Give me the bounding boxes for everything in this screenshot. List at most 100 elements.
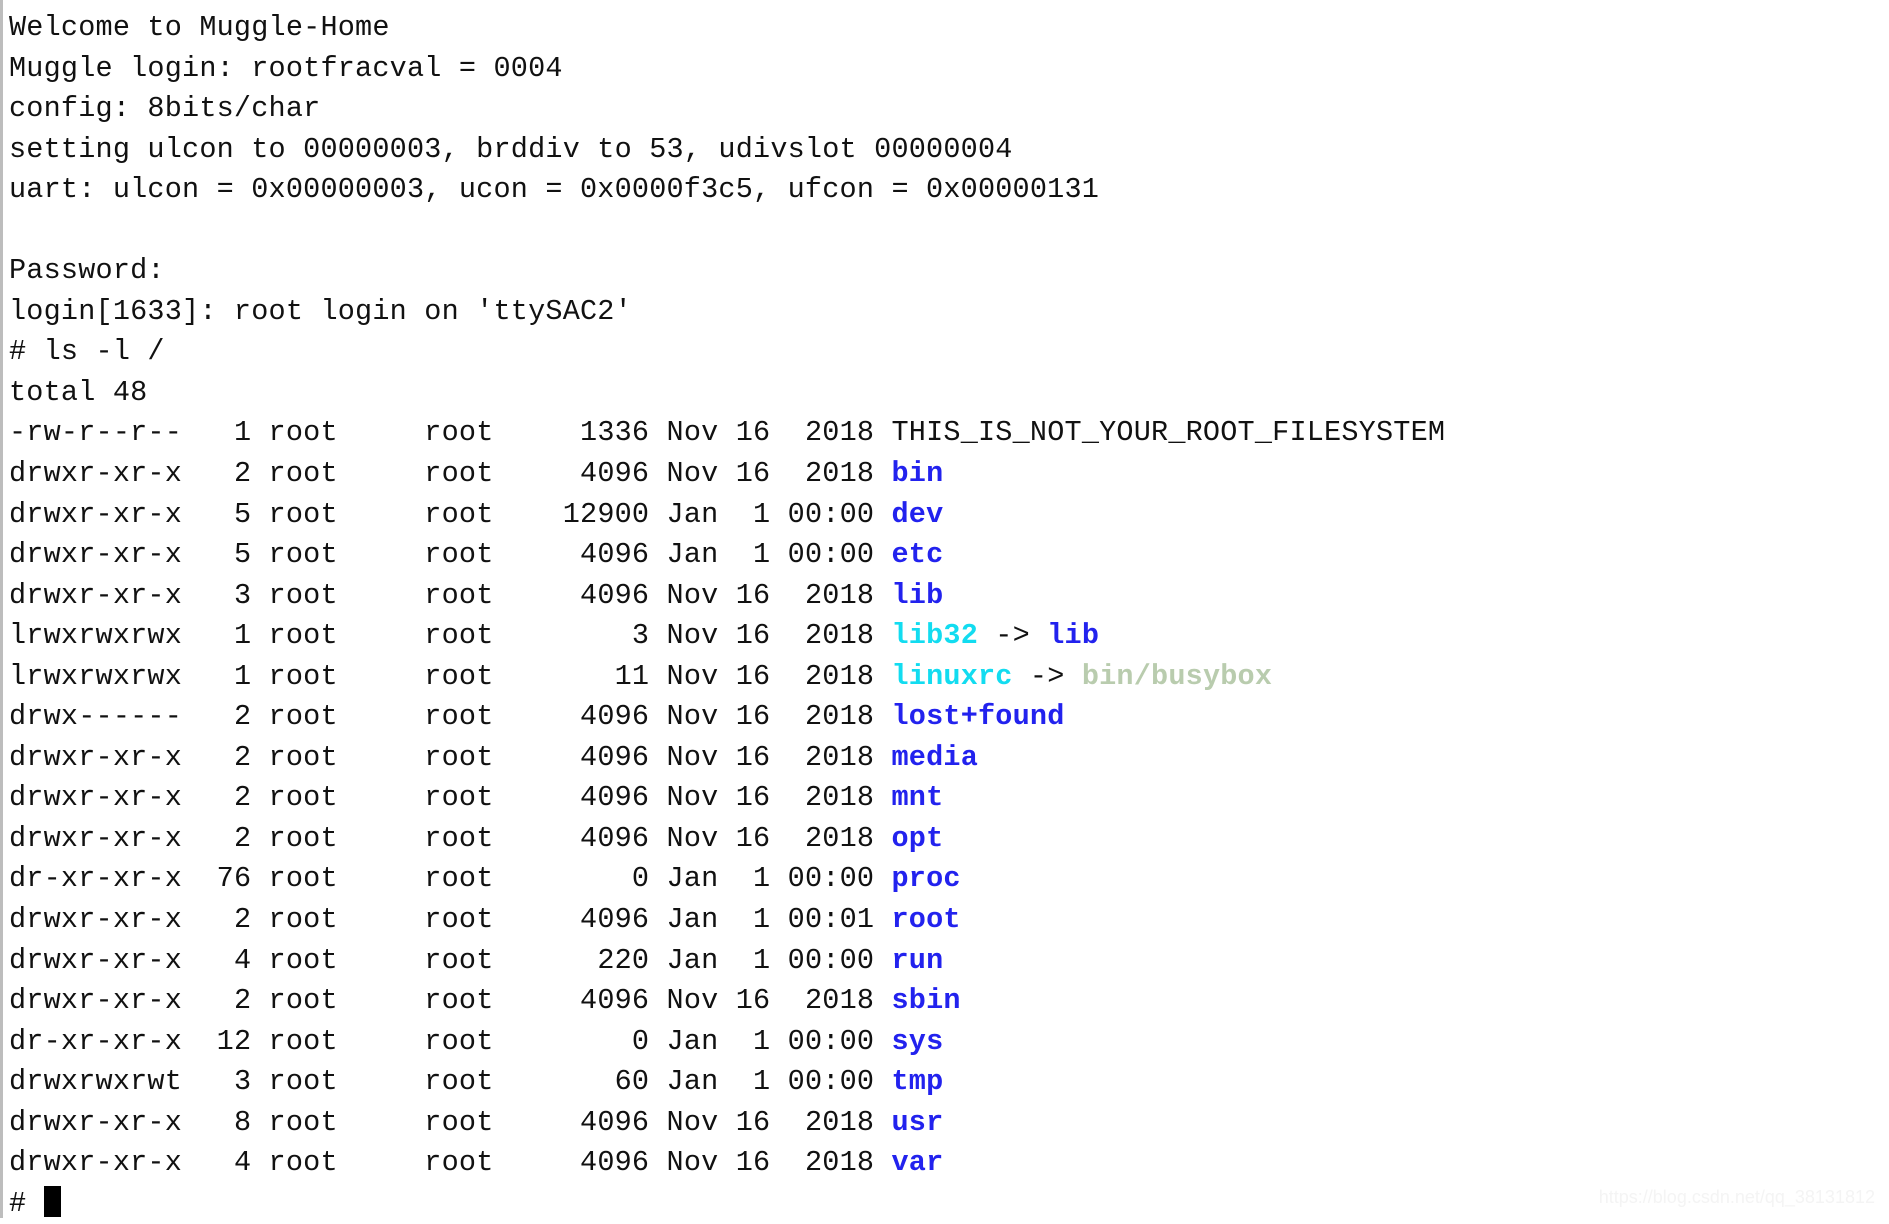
file-owner: root bbox=[268, 578, 425, 612]
symlink-arrow-icon: -> bbox=[978, 619, 1048, 653]
listing-row: drwxr-xr-x 4 root root 220 Jan 1 00:00 r… bbox=[9, 941, 1889, 982]
file-owner: root bbox=[268, 659, 425, 693]
boot-line bbox=[9, 211, 1889, 252]
terminal-screen[interactable]: Welcome to Muggle-Home Muggle login: root… bbox=[0, 0, 1889, 1220]
file-owner: root bbox=[268, 1146, 425, 1180]
boot-line: uart: ulcon = 0x00000003, ucon = 0x0000f… bbox=[9, 173, 1100, 207]
symlink-target: bin/busybox bbox=[1081, 659, 1273, 693]
file-owner: root bbox=[268, 497, 425, 531]
file-date: Nov 16 2018 bbox=[666, 1105, 892, 1139]
file-group: root bbox=[424, 1105, 563, 1139]
listing-row: drwxr-xr-x 2 root root 4096 Nov 16 2018 … bbox=[9, 738, 1889, 779]
link-count: 2 bbox=[182, 457, 269, 491]
file-size: 0 bbox=[562, 1024, 667, 1058]
file-name: opt bbox=[891, 821, 944, 855]
file-date: Jan 1 00:00 bbox=[666, 538, 892, 572]
block-cursor bbox=[43, 1185, 61, 1217]
file-name: lib32 bbox=[891, 619, 978, 653]
link-count: 2 bbox=[182, 984, 269, 1018]
link-count: 1 bbox=[182, 659, 269, 693]
file-date: Nov 16 2018 bbox=[666, 781, 892, 815]
file-size: 4096 bbox=[562, 457, 667, 491]
file-name: sbin bbox=[891, 984, 961, 1018]
file-owner: root bbox=[268, 619, 425, 653]
listing-row: drwxr-xr-x 5 root root 4096 Jan 1 00:00 … bbox=[9, 535, 1889, 576]
listing-row: lrwxrwxrwx 1 root root 3 Nov 16 2018 lib… bbox=[9, 616, 1889, 657]
link-count: 4 bbox=[182, 1146, 269, 1180]
boot-output-block: Welcome to Muggle-Home Muggle login: root… bbox=[9, 8, 1889, 332]
link-count: 2 bbox=[182, 903, 269, 937]
command-prompt-line: # ls -l / bbox=[9, 335, 165, 369]
file-size: 4096 bbox=[562, 781, 667, 815]
file-owner: root bbox=[268, 538, 425, 572]
file-permissions: lrwxrwxrwx bbox=[9, 659, 183, 693]
boot-line: config: 8bits/char bbox=[9, 92, 321, 126]
file-permissions: drwxr-xr-x bbox=[9, 984, 183, 1018]
listing-row: drwxr-xr-x 2 root root 4096 Jan 1 00:01 … bbox=[9, 900, 1889, 941]
file-permissions: drwx------ bbox=[9, 700, 183, 734]
file-date: Nov 16 2018 bbox=[666, 619, 892, 653]
listing-row: drwx------ 2 root root 4096 Nov 16 2018 … bbox=[9, 697, 1889, 738]
file-owner: root bbox=[268, 457, 425, 491]
symlink-arrow-icon: -> bbox=[1012, 659, 1082, 693]
file-name: root bbox=[891, 903, 961, 937]
file-size: 4096 bbox=[562, 578, 667, 612]
file-name: tmp bbox=[891, 1065, 944, 1099]
file-date: Nov 16 2018 bbox=[666, 821, 892, 855]
listing-row: drwxr-xr-x 4 root root 4096 Nov 16 2018 … bbox=[9, 1143, 1889, 1184]
file-permissions: dr-xr-xr-x bbox=[9, 1024, 183, 1058]
file-permissions: drwxr-xr-x bbox=[9, 1105, 183, 1139]
file-size: 4096 bbox=[562, 1105, 667, 1139]
file-group: root bbox=[424, 497, 563, 531]
link-count: 12 bbox=[182, 1024, 269, 1058]
listing-row: drwxr-xr-x 2 root root 4096 Nov 16 2018 … bbox=[9, 981, 1889, 1022]
link-count: 2 bbox=[182, 740, 269, 774]
file-size: 4096 bbox=[562, 984, 667, 1018]
file-group: root bbox=[424, 659, 563, 693]
file-date: Jan 1 00:00 bbox=[666, 862, 892, 896]
file-permissions: drwxr-xr-x bbox=[9, 1146, 183, 1180]
file-owner: root bbox=[268, 903, 425, 937]
file-name: lost+found bbox=[891, 700, 1065, 734]
file-owner: root bbox=[268, 700, 425, 734]
file-name: sys bbox=[891, 1024, 944, 1058]
link-count: 8 bbox=[182, 1105, 269, 1139]
file-name: run bbox=[891, 943, 944, 977]
boot-line: Welcome to Muggle-Home bbox=[9, 11, 390, 44]
file-size: 0 bbox=[562, 862, 667, 896]
listing-row: drwxr-xr-x 2 root root 4096 Nov 16 2018 … bbox=[9, 454, 1889, 495]
file-group: root bbox=[424, 740, 563, 774]
file-permissions: dr-xr-xr-x bbox=[9, 862, 183, 896]
file-owner: root bbox=[268, 943, 425, 977]
file-name: proc bbox=[891, 862, 961, 896]
file-name: bin bbox=[891, 457, 944, 491]
listing-row: drwxr-xr-x 8 root root 4096 Nov 16 2018 … bbox=[9, 1103, 1889, 1144]
file-group: root bbox=[424, 1146, 563, 1180]
file-size: 4096 bbox=[562, 740, 667, 774]
file-name: linuxrc bbox=[891, 659, 1013, 693]
total-line: total 48 bbox=[9, 375, 148, 409]
file-group: root bbox=[424, 903, 563, 937]
file-group: root bbox=[424, 1024, 563, 1058]
link-count: 3 bbox=[182, 578, 269, 612]
file-group: root bbox=[424, 821, 563, 855]
link-count: 2 bbox=[182, 700, 269, 734]
file-size: 11 bbox=[562, 659, 667, 693]
file-group: root bbox=[424, 984, 563, 1018]
listing-row: dr-xr-xr-x 76 root root 0 Jan 1 00:00 pr… bbox=[9, 859, 1889, 900]
directory-listing: -rw-r--r-- 1 root root 1336 Nov 16 2018 … bbox=[9, 413, 1889, 1183]
listing-row: drwxr-xr-x 2 root root 4096 Nov 16 2018 … bbox=[9, 778, 1889, 819]
file-permissions: drwxr-xr-x bbox=[9, 781, 183, 815]
file-name: etc bbox=[891, 538, 944, 572]
file-group: root bbox=[424, 862, 563, 896]
file-size: 4096 bbox=[562, 821, 667, 855]
file-permissions: drwxr-xr-x bbox=[9, 497, 183, 531]
listing-row: -rw-r--r-- 1 root root 1336 Nov 16 2018 … bbox=[9, 413, 1889, 454]
file-owner: root bbox=[268, 1105, 425, 1139]
file-permissions: -rw-r--r-- bbox=[9, 416, 183, 450]
file-size: 4096 bbox=[562, 700, 667, 734]
file-size: 12900 bbox=[562, 497, 667, 531]
file-owner: root bbox=[268, 1024, 425, 1058]
file-date: Nov 16 2018 bbox=[666, 578, 892, 612]
link-count: 4 bbox=[182, 943, 269, 977]
